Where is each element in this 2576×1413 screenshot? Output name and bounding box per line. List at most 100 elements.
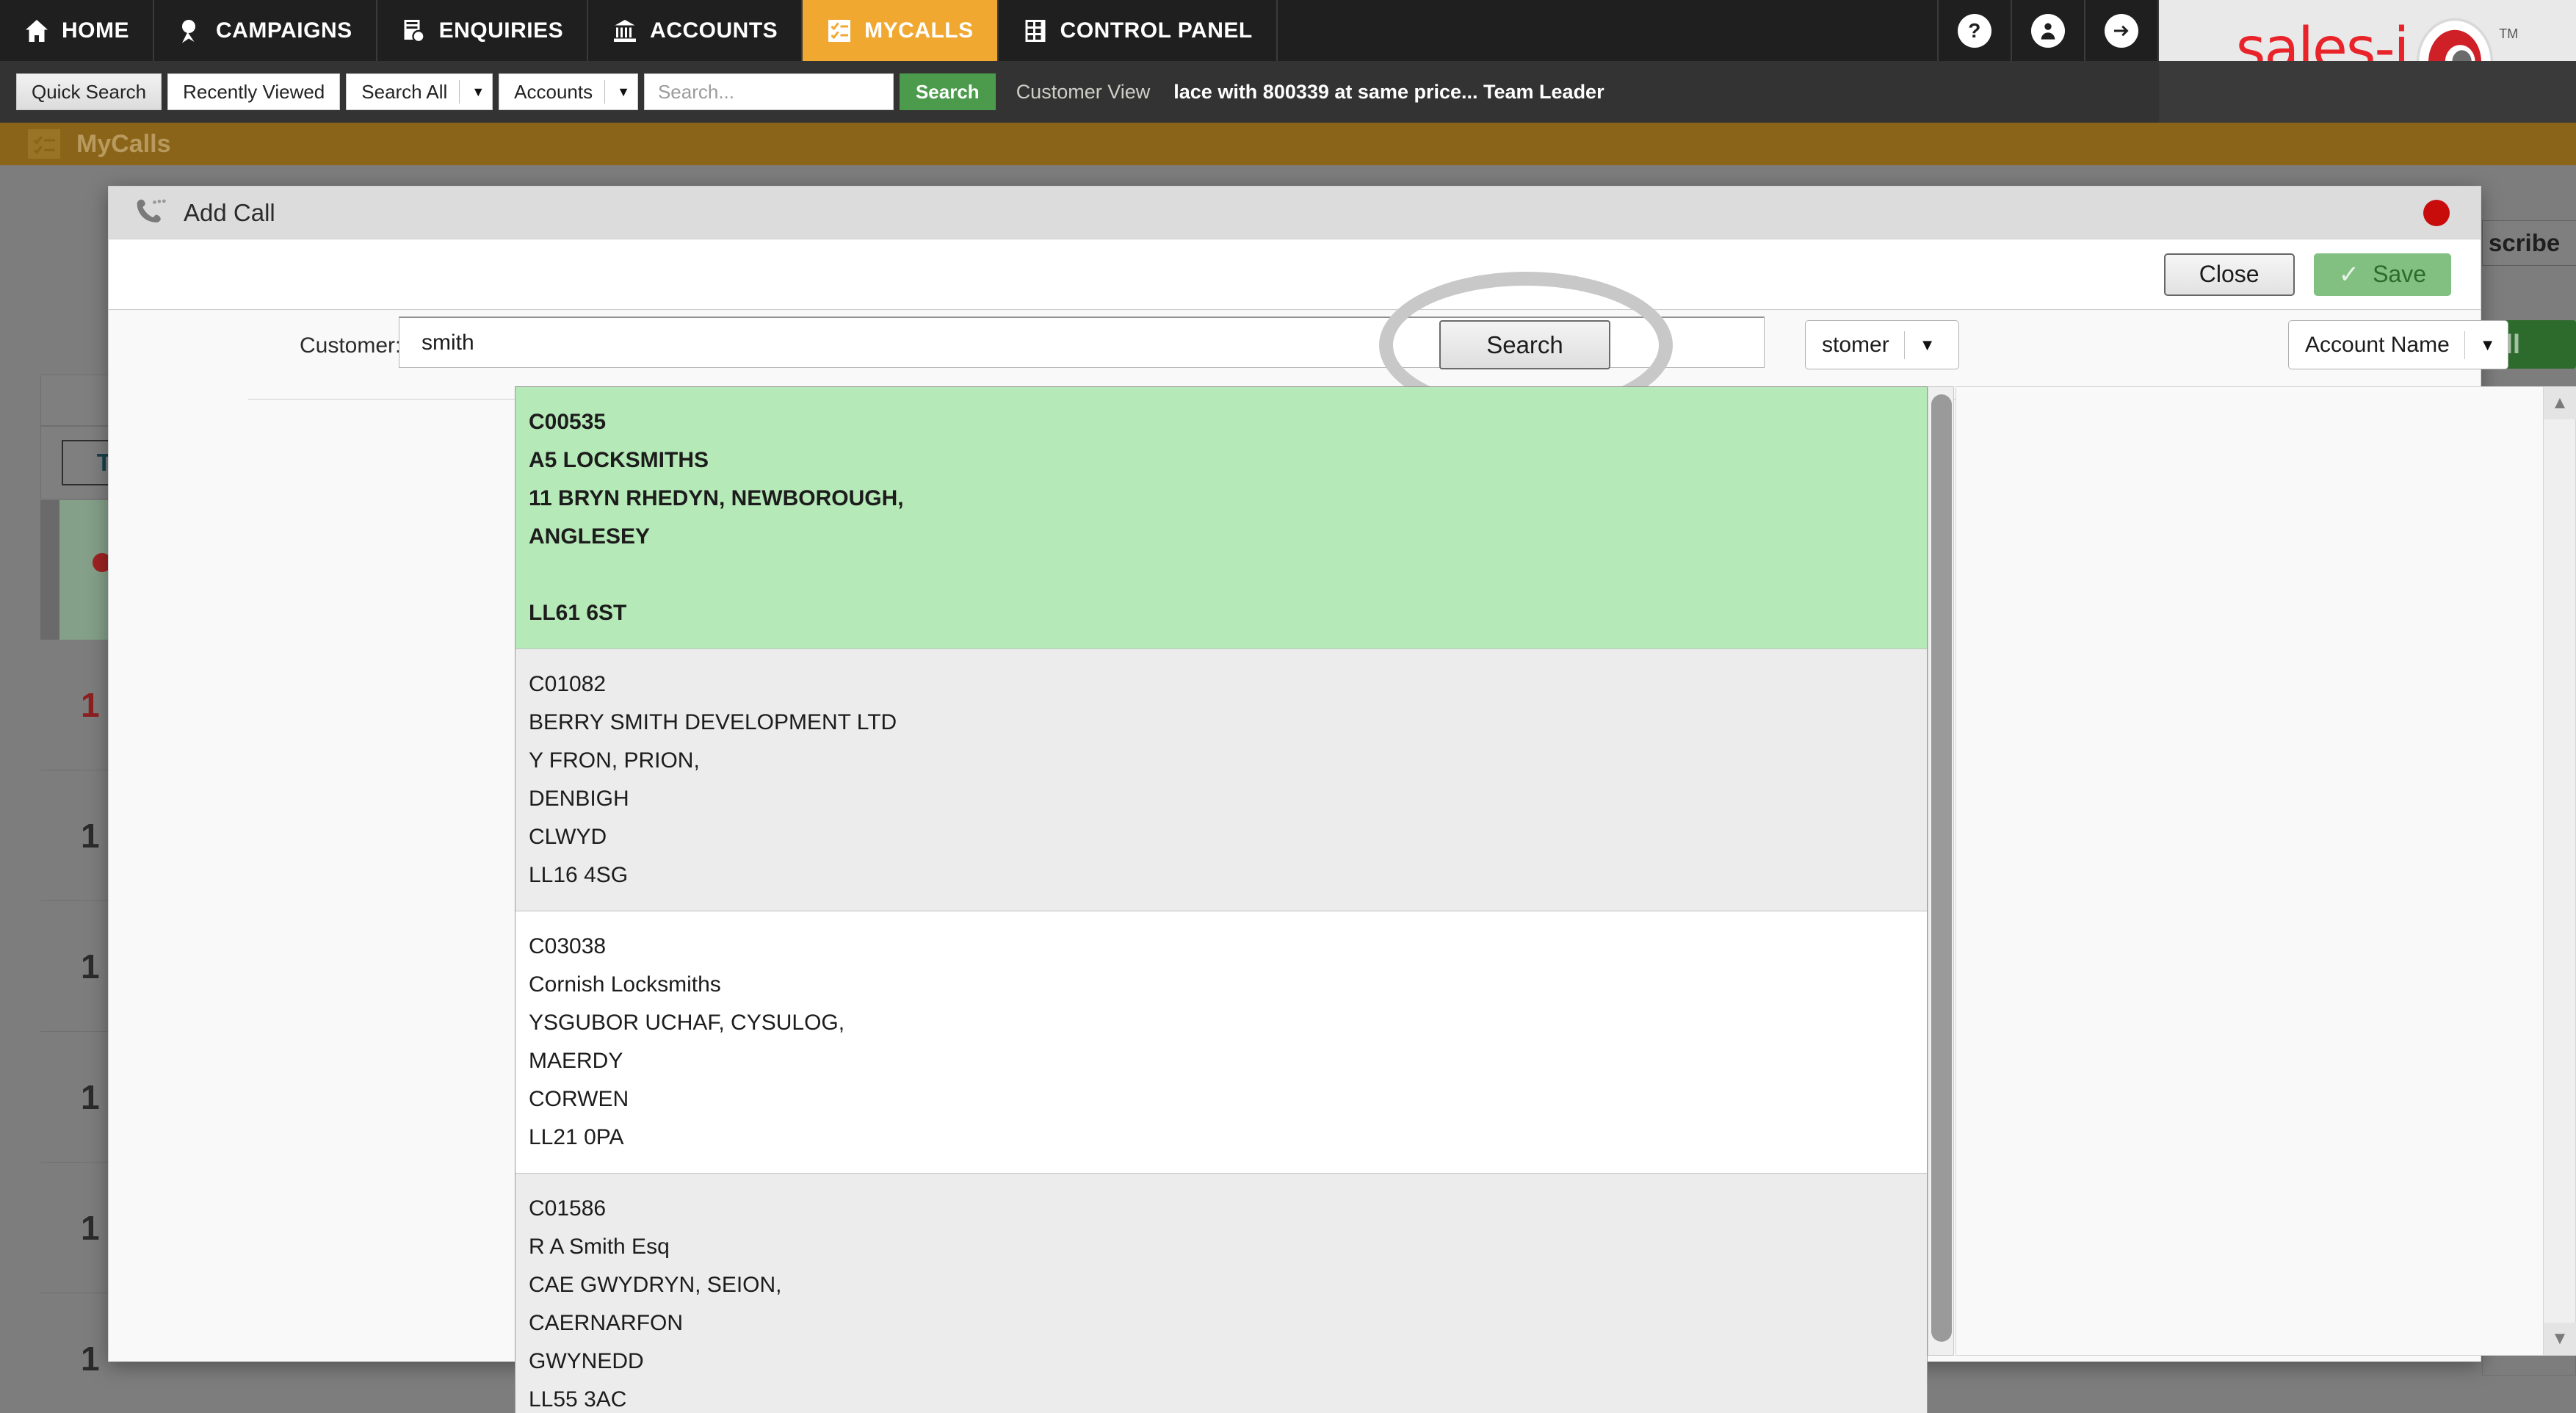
result-code: C01586 [529,1196,607,1221]
search-scope-select[interactable]: Search All ▼ [346,73,493,110]
logout-icon [2105,13,2138,48]
search-scope-value: Search All [361,80,448,103]
user-button[interactable] [2012,0,2085,61]
nav-item-control-panel[interactable]: CONTROL PANEL [999,0,1278,61]
add-call-modal: Add Call Close ✓ Save Customer: smith Se… [108,186,2576,1413]
customer-type-select[interactable]: stomer ▼ [1805,320,1959,369]
customer-view-link[interactable]: Customer View [1016,81,1151,104]
global-search-input[interactable]: Search... [643,73,894,110]
row-number: 1 [81,1078,100,1116]
subscribe-button[interactable]: scribe [2482,220,2576,266]
row-number: 1 [81,1209,100,1247]
nav-right-icons: ? [1939,0,2159,61]
result-postcode: LL16 4SG [529,863,629,887]
result-address1: 11 BRYN RHEDYN, NEWBOROUGH, [529,486,904,510]
results-scrollbar[interactable] [1928,386,1954,1356]
chevron-down-icon: ▼ [1919,335,1936,354]
result-name: A5 LOCKSMITHS [529,448,709,472]
page-title: MyCalls [76,129,171,158]
modal-action-bar: Close ✓ Save [109,239,2481,310]
customer-results-dropdown: C00535 A5 LOCKSMITHS 11 BRYN RHEDYN, NEW… [515,386,1928,1413]
search-type-select[interactable]: Accounts ▼ [499,73,638,110]
details-scrollbar[interactable]: ▲ ▼ [2543,387,2576,1355]
result-address3: GWYNEDD [529,1349,644,1373]
call-details-pane: ▲ ▼ [1955,386,2576,1356]
select-divider [604,80,606,104]
chevron-down-icon: ▼ [617,84,630,99]
customer-field-label: Customer: [300,333,402,358]
result-address1: YSGUBOR UCHAF, CYSULOG, [529,1011,845,1035]
result-postcode: LL61 6ST [529,601,627,625]
modal-header: Add Call [109,187,2481,239]
nav-item-accounts[interactable]: ACCOUNTS [588,0,803,61]
phone-icon [137,198,166,223]
mycalls-icon [828,19,851,42]
news-ticker: lace with 800339 at same price... Team L… [1173,80,1604,103]
row-number: 1 [81,947,100,986]
result-address3 [529,556,1927,594]
row-number: 1 [81,1340,100,1378]
modal-body: Customer: smith Search stomer ▼ Account … [109,272,2576,1413]
global-search-bar: Quick Search Recently Viewed Search All … [0,61,2159,123]
nav-item-home[interactable]: HOME [0,0,154,61]
chevron-down-icon: ▼ [471,84,485,99]
save-button[interactable]: ✓ Save [2313,253,2451,296]
logout-button[interactable] [2085,0,2159,61]
result-address2: MAERDY [529,1049,623,1073]
mycalls-icon [28,129,60,159]
result-postcode: LL55 3AC [529,1387,627,1412]
help-button[interactable]: ? [1939,0,2012,61]
result-address3: CLWYD [529,825,607,849]
row-number: 1 [81,817,100,855]
results-scrollbar-thumb[interactable] [1931,394,1952,1342]
result-name: R A Smith Esq [529,1235,670,1259]
result-code: C03038 [529,934,607,958]
row-accent [40,500,59,640]
customer-type-value: stomer [1822,332,1889,357]
nav-label-mycalls: MYCALLS [864,18,974,43]
global-search-button[interactable]: Search [899,73,996,110]
accounts-icon [614,19,637,42]
user-icon [2031,13,2065,48]
result-address2: ANGLESEY [529,524,651,549]
scroll-down-icon[interactable]: ▼ [2544,1323,2576,1355]
account-name-select[interactable]: Account Name ▼ [2288,320,2508,369]
result-item[interactable]: C01586 R A Smith Esq CAE GWYDRYN, SEION,… [515,1174,1927,1413]
account-name-value: Account Name [2305,332,2450,357]
nav-label-control-panel: CONTROL PANEL [1060,18,1253,43]
check-icon: ✓ [2338,260,2360,289]
nav-label-home: HOME [62,18,129,43]
recently-viewed-button[interactable]: Recently Viewed [167,73,341,110]
nav-item-mycalls[interactable]: MYCALLS [803,0,999,61]
scroll-up-icon[interactable]: ▲ [2544,387,2576,419]
trademark-symbol: TM [2499,26,2519,41]
control-panel-icon [1025,19,1046,42]
select-divider [459,80,460,104]
result-address2: CAERNARFON [529,1311,684,1335]
result-address2: DENBIGH [529,787,629,811]
help-icon: ? [1958,13,1991,48]
close-button[interactable]: Close [2163,253,2295,296]
result-item[interactable]: C01082 BERRY SMITH DEVELOPMENT LTD Y FRO… [515,649,1927,911]
row-number: 1 [81,686,100,724]
nav-item-campaigns[interactable]: CAMPAIGNS [154,0,377,61]
save-button-label: Save [2373,261,2426,287]
enquiries-icon [404,19,425,43]
result-code: C01082 [529,672,607,696]
result-item[interactable]: C00535 A5 LOCKSMITHS 11 BRYN RHEDYN, NEW… [515,387,1927,649]
modal-search-button[interactable]: Search [1439,320,1610,369]
nav-item-enquiries[interactable]: ENQUIRIES [377,0,589,61]
result-address1: Y FRON, PRION, [529,748,700,773]
top-navigation: HOME CAMPAIGNS ENQUIRIES ACCOUNTS MYCALL… [0,0,2159,61]
nav-label-enquiries: ENQUIRIES [438,18,564,43]
home-icon [26,19,48,42]
nav-label-accounts: ACCOUNTS [650,18,778,43]
quick-search-button[interactable]: Quick Search [16,73,162,110]
result-name: BERRY SMITH DEVELOPMENT LTD [529,710,897,734]
record-indicator-icon[interactable] [2423,199,2450,226]
select-divider [1903,330,1905,359]
result-item[interactable]: C03038 Cornish Locksmiths YSGUBOR UCHAF,… [515,911,1927,1174]
result-postcode: LL21 0PA [529,1125,624,1149]
select-divider [2464,330,2465,359]
chevron-down-icon: ▼ [2479,335,2496,354]
